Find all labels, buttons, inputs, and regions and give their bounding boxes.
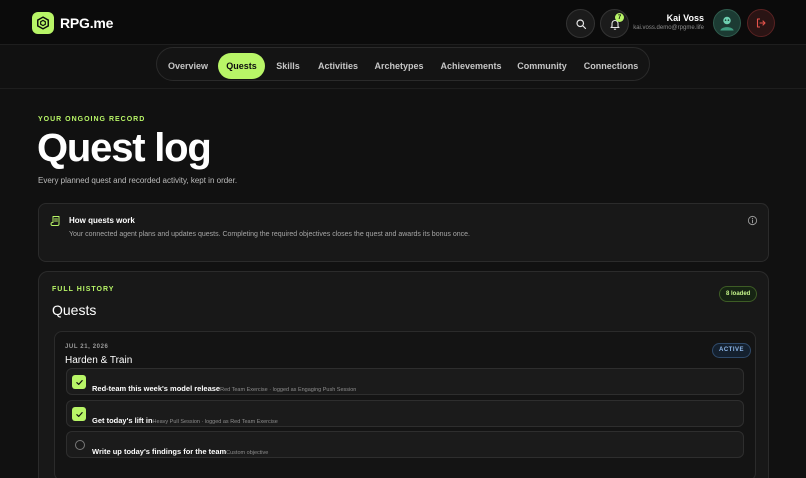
quest-date: JUL 21, 2026 (65, 344, 109, 350)
notifications-button[interactable]: 7 (600, 9, 629, 38)
check-icon (75, 411, 83, 417)
nav-tabs: Overview Quests Skills Activities Archet… (156, 47, 650, 81)
logout-icon (756, 18, 766, 28)
objective-title: Write up today's findings for the team (92, 447, 227, 456)
notification-count-badge: 7 (615, 13, 624, 22)
scroll-icon (50, 216, 60, 226)
objective-row[interactable]: Write up today's findings for the teamCu… (66, 431, 744, 458)
how-quests-work-title: How quests work (69, 216, 135, 225)
objective-meta: Heavy Pull Session · logged as Red Team … (152, 419, 278, 425)
completed-checkbox (72, 407, 86, 421)
page-subtitle: Every planned quest and recorded activit… (38, 176, 238, 185)
page-eyebrow: YOUR ONGOING RECORD (38, 116, 146, 123)
check-icon (75, 379, 83, 385)
main-navigation: Overview Quests Skills Activities Archet… (0, 45, 806, 89)
loaded-count-badge: 8 loaded (719, 286, 758, 302)
tab-archetypes[interactable]: Archetypes (371, 53, 427, 79)
status-badge: ACTIVE (712, 343, 752, 358)
quest-history-card: FULL HISTORY Quests 8 loaded JUL 21, 202… (38, 271, 769, 478)
brand-name: RPG.me (60, 15, 114, 31)
brand-logo[interactable]: RPG.me (32, 12, 113, 34)
avatar[interactable] (713, 9, 741, 37)
info-icon[interactable] (747, 215, 758, 226)
history-title: Quests (52, 302, 97, 318)
completed-checkbox (72, 375, 86, 389)
avatar-character-icon (720, 16, 734, 31)
objective-title: Get today's lift in (92, 416, 153, 425)
objective-meta: Red Team Exercise · logged as Engaging P… (220, 387, 357, 393)
how-quests-work-body: Your connected agent plans and updates q… (69, 231, 470, 238)
objective-row[interactable]: Get today's lift inHeavy Pull Session · … (66, 400, 744, 427)
pending-circle-icon (75, 440, 85, 450)
hexagon-logo-icon (32, 12, 54, 34)
quest-name: Harden & Train (65, 355, 133, 366)
tab-overview[interactable]: Overview (162, 53, 214, 79)
search-icon (575, 18, 586, 29)
tab-community[interactable]: Community (515, 53, 569, 79)
objective-meta: Custom objective (226, 450, 269, 456)
top-bar: RPG.me 7 Kai Voss kai.voss.demo@rpgme.li… (0, 0, 806, 45)
user-email: kai.voss.demo@rpgme.life (633, 25, 704, 31)
logout-button[interactable] (747, 9, 775, 37)
user-name: Kai Voss (666, 13, 704, 23)
history-eyebrow: FULL HISTORY (52, 286, 115, 293)
search-button[interactable] (566, 9, 595, 38)
tab-connections[interactable]: Connections (578, 53, 644, 79)
tab-quests[interactable]: Quests (218, 53, 265, 79)
page-title: Quest log (37, 126, 212, 170)
objective-title: Red-team this week's model release (92, 384, 221, 393)
tab-activities[interactable]: Activities (313, 53, 363, 79)
how-quests-work-card: How quests work Your connected agent pla… (38, 203, 769, 262)
quest-card[interactable]: JUL 21, 2026 Harden & Train ACTIVE Red-t… (54, 331, 756, 478)
tab-achievements[interactable]: Achievements (436, 53, 506, 79)
user-info: Kai Voss kai.voss.demo@rpgme.life (633, 13, 704, 31)
objective-row[interactable]: Red-team this week's model releaseRed Te… (66, 368, 744, 395)
tab-skills[interactable]: Skills (269, 53, 307, 79)
